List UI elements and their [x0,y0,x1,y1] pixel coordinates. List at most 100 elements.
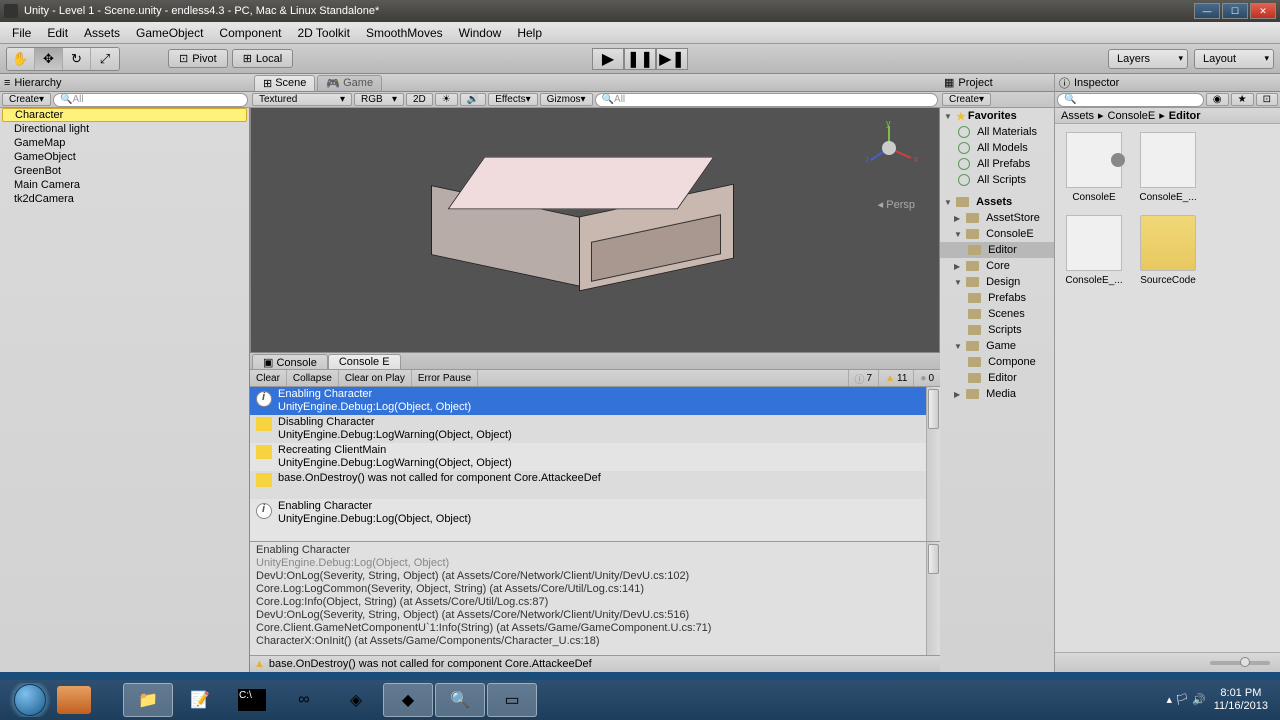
step-button[interactable]: ▶❚ [656,48,688,70]
menu-gameobject[interactable]: GameObject [128,24,211,42]
rotate-tool[interactable]: ↻ [63,48,91,70]
close-button[interactable]: ✕ [1250,3,1276,19]
fav-item[interactable]: All Materials [940,124,1054,140]
console-e-tab[interactable]: Console E [328,354,401,369]
hierarchy-search[interactable]: 🔍All [53,93,248,107]
collapse-button[interactable]: Collapse [287,370,339,386]
system-tray[interactable]: ▴ 🏳 🔊 8:01 PM 11/16/2013 [1158,687,1276,713]
light-toggle[interactable]: ☀ [435,93,458,106]
warn-count[interactable]: ▲11 [878,370,913,386]
breadcrumb-item[interactable]: Editor [1169,110,1201,122]
error-pause-button[interactable]: Error Pause [412,370,478,386]
taskbar-notepad[interactable]: 📝 [175,683,225,717]
scene-viewport[interactable]: x y z ◂ Persp [250,108,940,352]
tree-folder[interactable]: Compone [940,354,1054,370]
log-entry[interactable]: Enabling Character UnityEngine.Debug:Log… [250,499,940,527]
hierarchy-item[interactable]: GameMap [0,136,249,150]
tray-icons[interactable]: ▴ 🏳 🔊 [1166,694,1205,707]
minimize-button[interactable]: — [1194,3,1220,19]
taskbar-cmd[interactable]: C:\ [227,683,277,717]
projection-label[interactable]: ◂ Persp [878,198,915,211]
tree-folder[interactable]: Scripts [940,322,1054,338]
error-count[interactable]: ●0 [913,370,940,386]
tree-folder[interactable]: ▶ Core [940,258,1054,274]
info-count[interactable]: ⓘ7 [848,370,879,386]
scrollbar[interactable] [926,542,940,655]
menu-window[interactable]: Window [451,24,510,42]
scene-search[interactable]: 🔍All [595,93,938,107]
favorites-header[interactable]: ▼★Favorites [940,108,1054,124]
tree-folder[interactable]: ▼ ConsoleE [940,226,1054,242]
menu-2dtoolkit[interactable]: 2D Toolkit [289,24,357,42]
orientation-gizmo[interactable]: x y z [859,118,919,178]
scrollbar[interactable] [926,387,940,541]
log-entry[interactable]: Disabling Character UnityEngine.Debug:Lo… [250,415,940,443]
maximize-button[interactable]: ☐ [1222,3,1248,19]
scene-object[interactable] [421,148,701,288]
project-search[interactable]: 🔍 [1057,93,1204,107]
rgb-dropdown[interactable]: RGB ▾ [354,93,404,106]
play-button[interactable]: ▶ [592,48,624,70]
log-entry[interactable]: Enabling Character UnityEngine.Debug:Log… [250,387,940,415]
asset-item[interactable]: ConsoleE_... [1063,215,1125,286]
hierarchy-item-character[interactable]: Character [2,108,247,122]
taskbar-explorer[interactable]: 📁 [123,683,173,717]
layout-dropdown[interactable]: Layout [1194,49,1274,69]
menu-edit[interactable]: Edit [39,24,76,42]
render-mode-dropdown[interactable]: Textured ▾ [252,93,352,106]
hierarchy-create[interactable]: Create ▾ [2,93,51,106]
breadcrumb-item[interactable]: Assets [1061,110,1094,122]
log-entry[interactable]: base.OnDestroy() was not called for comp… [250,471,940,499]
move-tool[interactable]: ✥ [35,48,63,70]
fav-item[interactable]: All Scripts [940,172,1054,188]
assets-header[interactable]: ▼ Assets [940,194,1054,210]
hierarchy-item[interactable]: Main Camera [0,178,249,192]
hierarchy-item[interactable]: GreenBot [0,164,249,178]
clear-on-play-button[interactable]: Clear on Play [339,370,412,386]
log-entry[interactable]: Recreating ClientMain UnityEngine.Debug:… [250,443,940,471]
hierarchy-item[interactable]: GameObject [0,150,249,164]
2d-toggle[interactable]: 2D [406,93,433,106]
star-button[interactable]: ★ [1231,93,1254,106]
taskbar-item[interactable] [57,686,91,714]
filter-button[interactable]: ◉ [1206,93,1229,106]
tree-folder[interactable]: ▼ Design [940,274,1054,290]
layers-dropdown[interactable]: Layers [1108,49,1188,69]
tree-folder[interactable]: Prefabs [940,290,1054,306]
gizmos-dropdown[interactable]: Gizmos ▾ [540,93,593,106]
hand-tool[interactable]: ✋ [7,48,35,70]
effects-dropdown[interactable]: Effects ▾ [488,93,537,106]
pause-button[interactable]: ❚❚ [624,48,656,70]
fav-item[interactable]: All Prefabs [940,156,1054,172]
hierarchy-item[interactable]: Directional light [0,122,249,136]
asset-item[interactable]: ConsoleE [1063,132,1125,203]
local-toggle[interactable]: ⊞ Local [232,49,294,68]
scene-tab[interactable]: ⊞ Scene [254,75,315,91]
menu-file[interactable]: File [4,24,39,42]
audio-toggle[interactable]: 🔊 [460,93,486,106]
tree-folder-selected[interactable]: Editor [940,242,1054,258]
taskbar-app[interactable]: ◈ [331,683,381,717]
project-create[interactable]: Create ▾ [942,93,991,106]
asset-item[interactable]: ConsoleE_... [1137,132,1199,203]
scale-tool[interactable]: ⤢ [91,48,119,70]
thumbnail-size-slider[interactable] [1210,661,1270,665]
taskbar-app[interactable]: ∞ [279,683,329,717]
menu-assets[interactable]: Assets [76,24,128,42]
tree-folder[interactable]: Editor [940,370,1054,386]
taskbar-app[interactable]: ▭ [487,683,537,717]
menu-smoothmoves[interactable]: SmoothMoves [358,24,451,42]
taskbar-unity[interactable]: ◆ [383,683,433,717]
asset-item[interactable]: SourceCode [1137,215,1199,286]
tree-folder[interactable]: ▶ AssetStore [940,210,1054,226]
save-search-button[interactable]: ⊡ [1256,93,1278,106]
start-button[interactable] [5,683,55,717]
breadcrumb-item[interactable]: ConsoleE [1108,110,1156,122]
taskbar-app[interactable]: 🔍 [435,683,485,717]
tree-folder[interactable]: ▼ Game [940,338,1054,354]
tree-folder[interactable]: ▶ Media [940,386,1054,402]
menu-component[interactable]: Component [211,24,289,42]
tree-folder[interactable]: Scenes [940,306,1054,322]
pivot-toggle[interactable]: ⊡ Pivot [168,49,228,68]
game-tab[interactable]: 🎮 Game [317,75,382,91]
